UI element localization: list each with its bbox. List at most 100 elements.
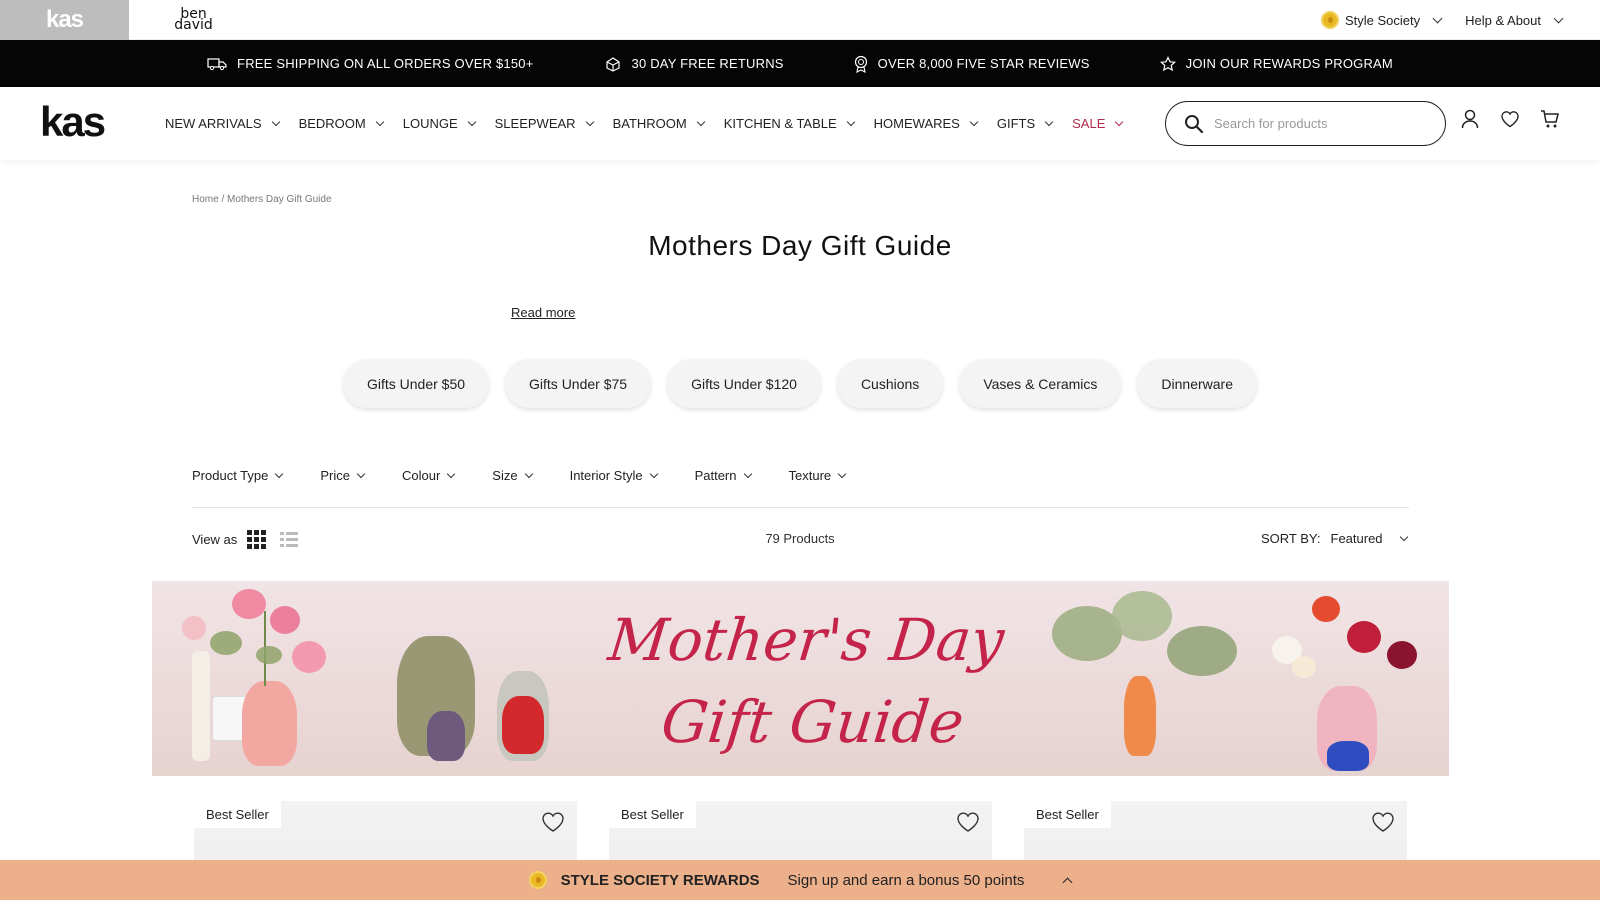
flower-decoration [1312, 596, 1340, 622]
award-icon [854, 55, 867, 73]
help-about-label: Help & About [1465, 12, 1541, 28]
filter-label: Interior Style [569, 468, 643, 483]
chevron-down-icon [837, 469, 847, 478]
chevron-up-icon[interactable] [1062, 877, 1073, 887]
chip-dinnerware[interactable]: Dinnerware [1137, 359, 1258, 408]
chevron-down-icon [1115, 117, 1124, 126]
promo-label: OVER 8,000 FIVE STAR REVIEWS [877, 56, 1090, 71]
chip-gifts-under-50[interactable]: Gifts Under $50 [342, 359, 490, 408]
vase-illustration [1327, 741, 1369, 771]
medal-icon [528, 871, 547, 889]
filter-price[interactable]: Price [320, 468, 366, 483]
nav-item-label: NEW ARRIVALS [165, 116, 262, 131]
wishlist-heart-icon[interactable] [956, 811, 980, 833]
chip-cushions[interactable]: Cushions [836, 359, 944, 408]
flower-decoration [1347, 621, 1381, 653]
sort-label: SORT BY: [1261, 531, 1321, 546]
breadcrumb-separator: / [221, 194, 225, 205]
filter-pattern[interactable]: Pattern [694, 468, 752, 483]
promo-item-returns[interactable]: 30 DAY FREE RETURNS [604, 56, 784, 72]
filter-interior-style[interactable]: Interior Style [569, 468, 658, 483]
flower-decoration [292, 641, 326, 673]
flower-decoration [1292, 656, 1316, 678]
kas-brand-tab[interactable]: kas [0, 0, 129, 40]
chevron-down-icon [447, 469, 456, 478]
search-bar[interactable] [1165, 101, 1446, 146]
nav-item-sale[interactable]: SALE [1072, 116, 1124, 131]
chip-gifts-under-120[interactable]: Gifts Under $120 [667, 359, 821, 408]
ben-david-logo-line2: david [174, 17, 213, 33]
kas-logo[interactable]: kas [40, 101, 106, 143]
best-seller-badge: Best Seller [194, 801, 281, 828]
chevron-down-icon [375, 117, 384, 126]
wishlist-heart-icon[interactable] [1500, 109, 1520, 129]
promo-item-shipping[interactable]: FREE SHIPPING ON ALL ORDERS OVER $150+ [207, 56, 533, 71]
utility-bar: kas ben david Style Society Help & About [0, 0, 1600, 40]
style-society-menu[interactable]: Style Society [1320, 11, 1443, 29]
ben-david-brand-tab[interactable]: ben david [129, 0, 258, 40]
promo-item-rewards[interactable]: JOIN OUR REWARDS PROGRAM [1159, 55, 1393, 72]
chevron-down-icon [1553, 13, 1564, 23]
kas-brand-logo: kas [45, 6, 84, 33]
nav-item-label: LOUNGE [402, 116, 458, 131]
breadcrumb-current: Mothers Day Gift Guide [227, 194, 332, 205]
filter-label: Size [492, 468, 518, 483]
chevron-down-icon [1044, 117, 1054, 126]
nav-item-label: GIFTS [996, 116, 1036, 131]
search-icon[interactable] [1184, 114, 1204, 134]
help-about-menu[interactable]: Help & About [1465, 12, 1564, 28]
chevron-down-icon [467, 117, 476, 126]
vase-illustration [427, 711, 465, 761]
nav-item-sleepwear[interactable]: SLEEPWEAR [495, 116, 594, 131]
vase-illustration [192, 651, 210, 761]
chevron-down-icon [743, 469, 752, 478]
chip-gifts-under-75[interactable]: Gifts Under $75 [505, 359, 652, 408]
rewards-message: Sign up and earn a bonus 50 points [787, 871, 1025, 889]
promo-label: JOIN OUR REWARDS PROGRAM [1185, 56, 1393, 71]
chevron-down-icon [696, 117, 705, 126]
nav-item-label: SALE [1072, 116, 1106, 131]
filter-size[interactable]: Size [492, 468, 533, 483]
chevron-down-icon [524, 469, 533, 478]
wishlist-heart-icon[interactable] [1371, 811, 1395, 833]
wishlist-heart-icon[interactable] [541, 811, 565, 833]
leaf-decoration [210, 631, 242, 655]
nav-item-homewares[interactable]: HOMEWARES [874, 116, 979, 131]
read-more-link[interactable]: Read more [511, 305, 575, 320]
filter-label: Pattern [694, 468, 737, 483]
nav-item-new-arrivals[interactable]: NEW ARRIVALS [165, 116, 280, 131]
sort-dropdown[interactable]: SORT BY: Featured [1261, 531, 1408, 546]
banner-headline: Mother's Day Gift Guide [543, 599, 1060, 763]
chevron-down-icon [1432, 13, 1443, 23]
best-seller-badge: Best Seller [1024, 801, 1111, 828]
search-input[interactable] [1214, 116, 1424, 131]
filter-texture[interactable]: Texture [788, 468, 847, 483]
flower-decoration [182, 616, 206, 640]
leaf-decoration [1112, 591, 1172, 641]
chevron-down-icon [969, 117, 979, 126]
nav-item-bathroom[interactable]: BATHROOM [612, 116, 705, 131]
chip-vases-ceramics[interactable]: Vases & Ceramics [959, 359, 1122, 408]
nav-item-label: BATHROOM [612, 116, 687, 131]
chevron-down-icon [585, 117, 594, 126]
promo-item-reviews[interactable]: OVER 8,000 FIVE STAR REVIEWS [854, 55, 1090, 73]
chevron-down-icon [275, 469, 284, 478]
best-seller-badge: Best Seller [609, 801, 696, 828]
main-navigation: kas NEW ARRIVALS BEDROOM LOUNGE SLEEPWEA… [0, 87, 1600, 160]
account-icon[interactable] [1460, 109, 1480, 129]
breadcrumb-home-link[interactable]: Home [192, 194, 219, 205]
rewards-signup-bar[interactable]: STYLE SOCIETY REWARDS Sign up and earn a… [0, 860, 1600, 900]
filter-colour[interactable]: Colour [402, 468, 456, 483]
vase-illustration [1124, 676, 1156, 756]
nav-item-gifts[interactable]: GIFTS [996, 116, 1054, 131]
style-society-label: Style Society [1344, 12, 1421, 28]
filter-label: Texture [788, 468, 832, 483]
nav-item-kitchen-table[interactable]: KITCHEN & TABLE [724, 116, 855, 131]
cart-icon[interactable] [1540, 109, 1560, 129]
mothers-day-banner[interactable]: Mother's Day Gift Guide [152, 581, 1449, 776]
truck-icon [207, 57, 227, 70]
sort-value: Featured [1330, 531, 1383, 546]
nav-item-bedroom[interactable]: BEDROOM [299, 116, 384, 131]
filter-product-type[interactable]: Product Type [192, 468, 284, 483]
nav-item-lounge[interactable]: LOUNGE [402, 116, 476, 131]
